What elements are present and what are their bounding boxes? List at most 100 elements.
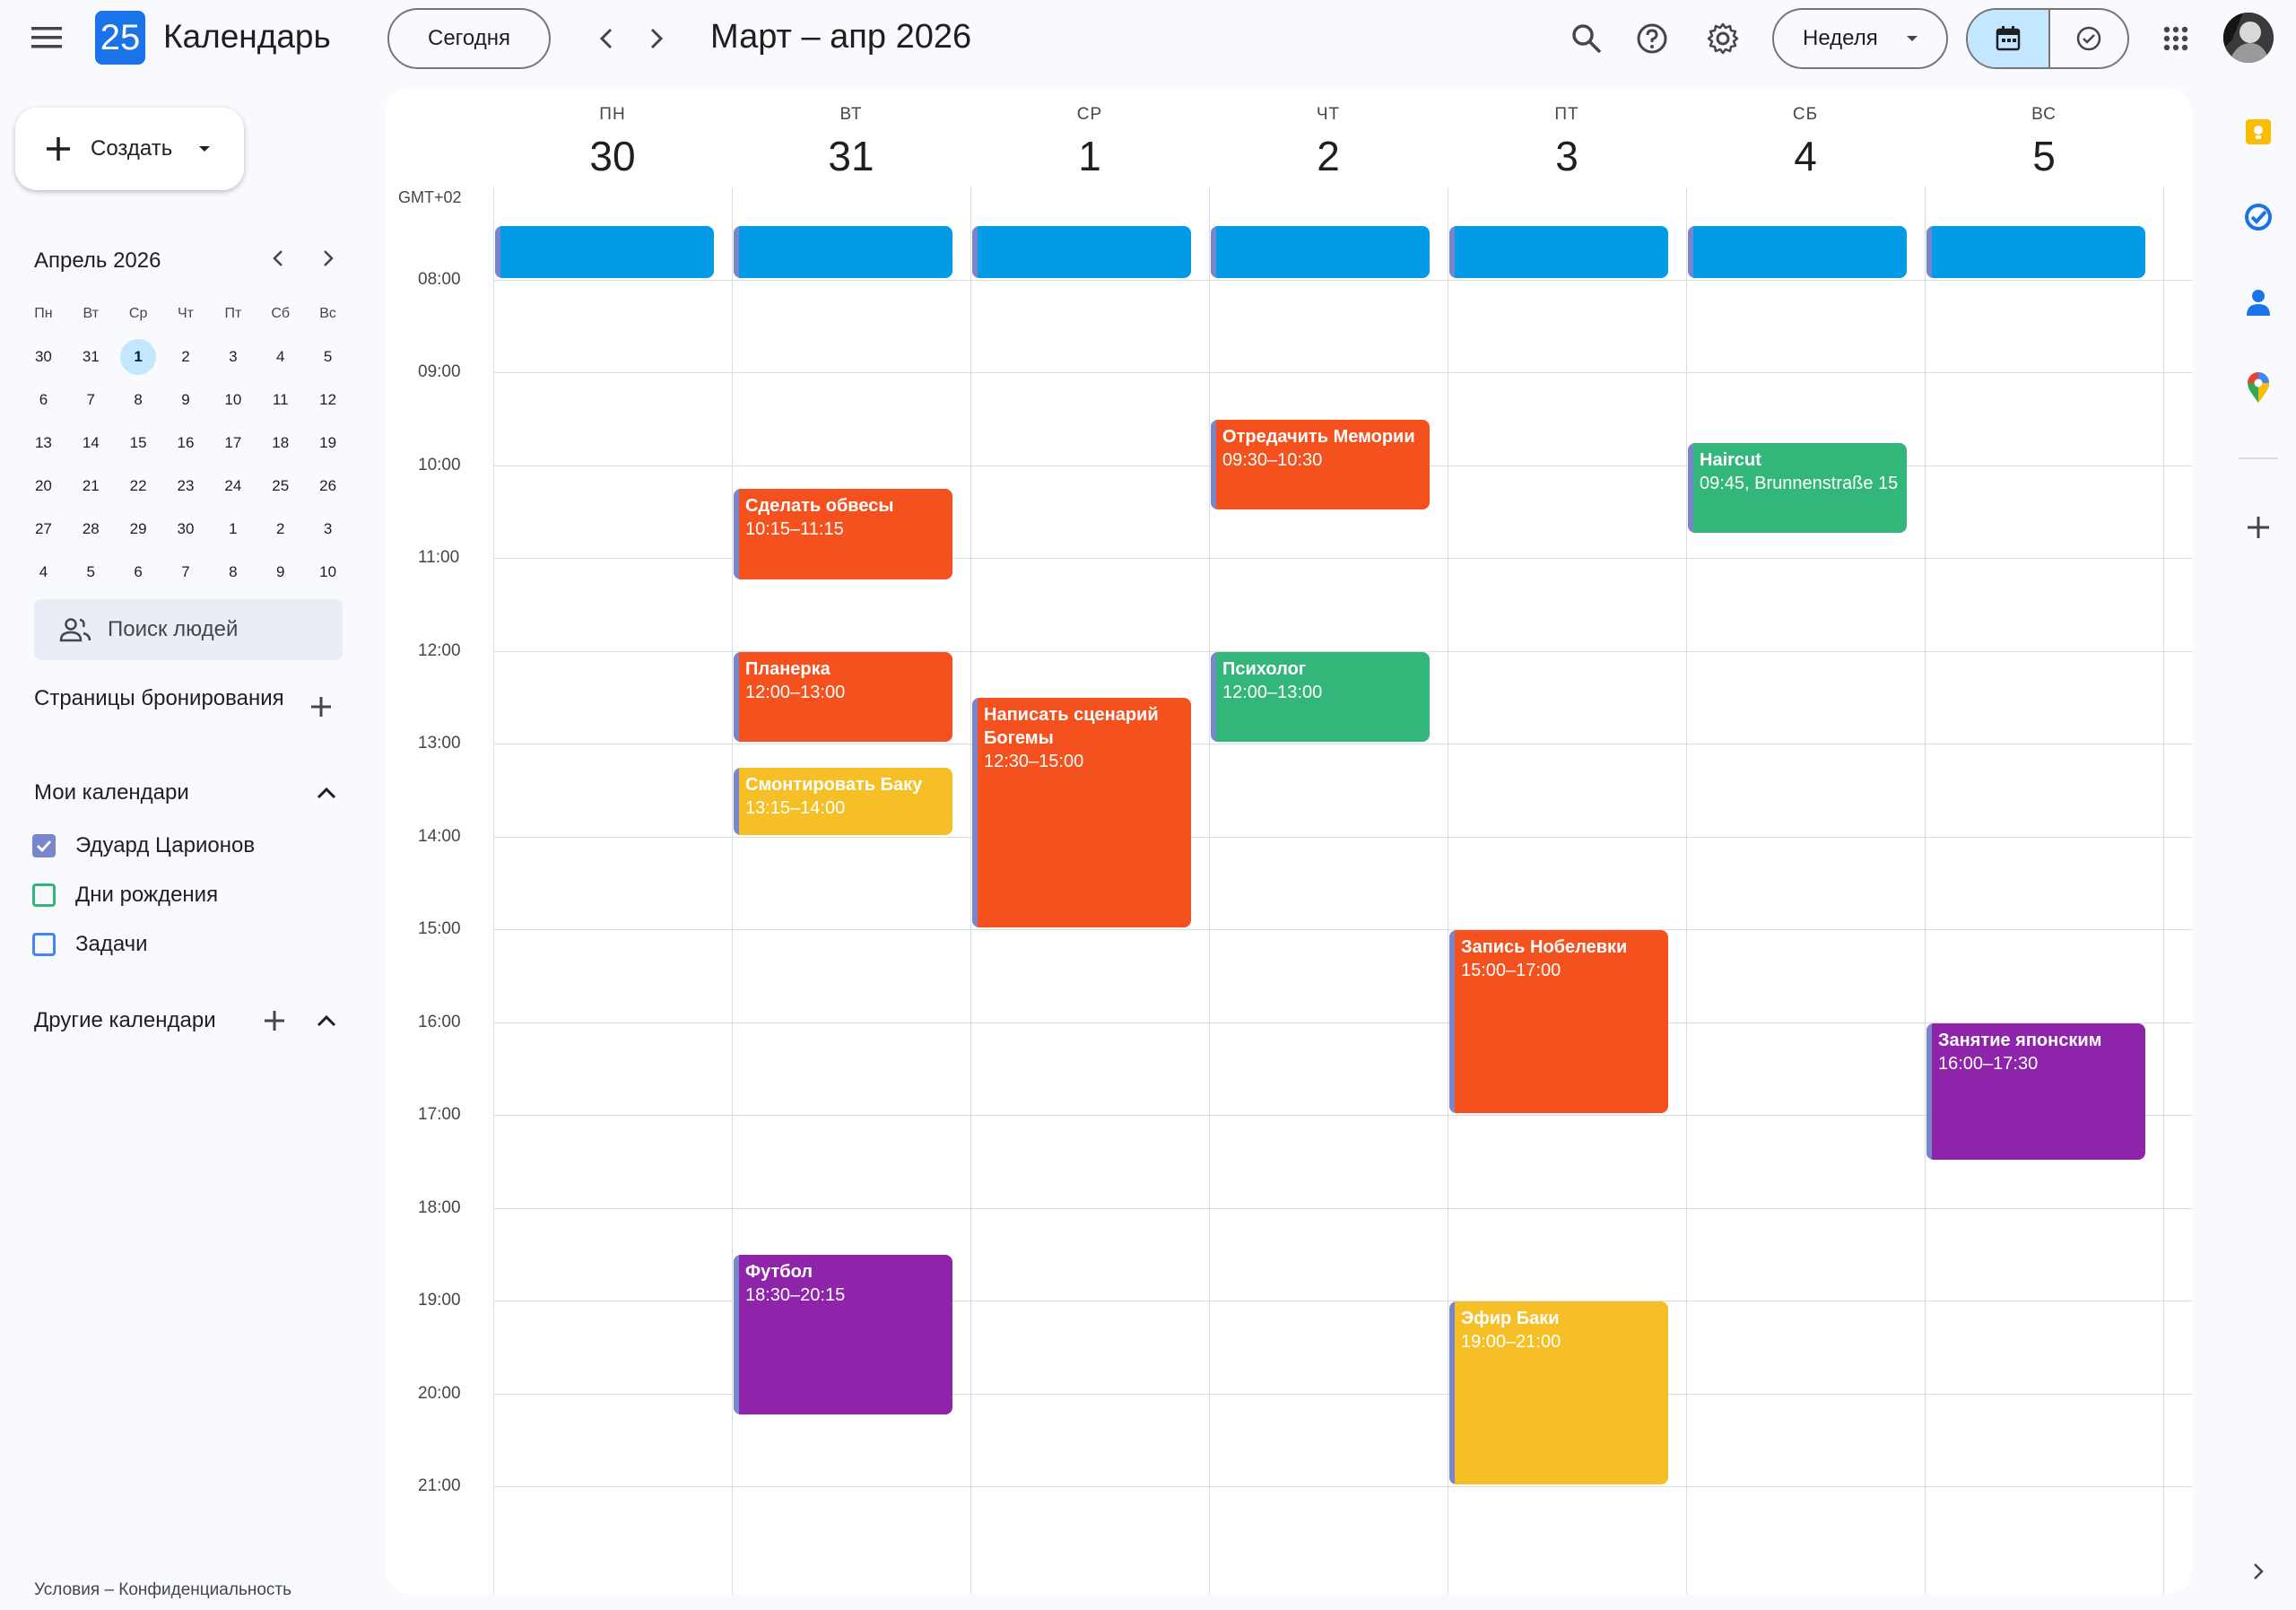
mini-calendar-day[interactable]: 8	[209, 554, 257, 590]
calendar-event[interactable]: Запись Нобелевки 15:00–17:00	[1449, 930, 1668, 1113]
settings-button[interactable]	[1694, 10, 1752, 67]
mini-calendar-day[interactable]: 14	[67, 425, 115, 461]
maps-button[interactable]	[2231, 361, 2285, 414]
calendar-view-toggle[interactable]	[1968, 10, 2050, 67]
mini-calendar-day[interactable]: 3	[209, 339, 257, 375]
calendar-event-untitled[interactable]	[972, 226, 1191, 278]
help-button[interactable]	[1623, 10, 1681, 67]
mini-calendar-day[interactable]: 24	[209, 468, 257, 504]
calendar-item-birthdays[interactable]: Дни рождения	[32, 883, 218, 908]
mini-calendar-day[interactable]: 30	[162, 511, 210, 547]
mini-calendar-day[interactable]: 3	[304, 511, 352, 547]
mini-calendar-day[interactable]: 15	[115, 425, 162, 461]
calendar-logo[interactable]: 25	[95, 11, 145, 65]
checkbox-checked[interactable]	[32, 834, 56, 857]
mini-calendar-day[interactable]: 2	[162, 339, 210, 375]
booking-pages-heading[interactable]: Страницы бронирования	[34, 685, 303, 712]
calendar-event[interactable]: Эфир Баки 19:00–21:00	[1449, 1301, 1668, 1484]
mini-calendar-day[interactable]: 12	[304, 382, 352, 418]
mini-calendar-day[interactable]: 9	[162, 382, 210, 418]
next-week-button[interactable]	[628, 10, 685, 67]
mini-calendar-day[interactable]: 9	[257, 554, 304, 590]
hide-side-panel-button[interactable]	[2231, 1545, 2285, 1598]
other-calendars-heading[interactable]: Другие календари	[34, 1008, 216, 1033]
tasks-button[interactable]	[2231, 190, 2285, 244]
get-addons-button[interactable]	[2231, 500, 2285, 554]
calendar-event-untitled[interactable]	[1926, 226, 2145, 278]
mini-calendar-day[interactable]: 5	[67, 554, 115, 590]
day-header[interactable]: СБ 4	[1686, 87, 1925, 180]
calendar-event-untitled[interactable]	[1688, 226, 1907, 278]
contacts-button[interactable]	[2231, 275, 2285, 329]
calendar-event-untitled[interactable]	[1211, 226, 1430, 278]
create-button[interactable]: Создать	[15, 108, 244, 190]
day-number[interactable]: 30	[493, 132, 732, 180]
search-button[interactable]	[1558, 10, 1615, 67]
calendar-event-untitled[interactable]	[1449, 226, 1668, 278]
mini-calendar-day[interactable]: 28	[67, 511, 115, 547]
calendar-event[interactable]: Отредачить Мемории 09:30–10:30	[1211, 419, 1430, 510]
today-button[interactable]: Сегодня	[387, 8, 551, 69]
calendar-event-untitled[interactable]	[495, 226, 714, 278]
day-number[interactable]: 31	[732, 132, 970, 180]
mini-calendar-day[interactable]: 1	[115, 339, 162, 375]
add-booking-page-button[interactable]	[296, 682, 346, 732]
mini-calendar-day[interactable]: 22	[115, 468, 162, 504]
mini-next-month-button[interactable]	[303, 233, 353, 283]
mini-calendar-day[interactable]: 10	[209, 382, 257, 418]
mini-calendar-day[interactable]: 21	[67, 468, 115, 504]
day-number[interactable]: 1	[970, 132, 1209, 180]
mini-calendar-day[interactable]: 18	[257, 425, 304, 461]
checkbox-unchecked[interactable]	[32, 883, 56, 907]
prev-week-button[interactable]	[578, 10, 635, 67]
day-number[interactable]: 5	[1925, 132, 2163, 180]
calendar-event[interactable]: Футбол 18:30–20:15	[734, 1255, 952, 1415]
mini-calendar-day[interactable]: 7	[67, 382, 115, 418]
tasks-view-toggle[interactable]	[2050, 10, 2127, 67]
mini-calendar-day[interactable]: 11	[257, 382, 304, 418]
mini-prev-month-button[interactable]	[253, 233, 303, 283]
day-number[interactable]: 4	[1686, 132, 1925, 180]
mini-calendar-day[interactable]: 31	[67, 339, 115, 375]
mini-calendar-day[interactable]: 4	[257, 339, 304, 375]
day-header[interactable]: ВС 5	[1925, 87, 2163, 180]
calendar-event[interactable]: Написать сценарий Богемы 12:30–15:00	[972, 698, 1191, 927]
mini-calendar-day[interactable]: 13	[20, 425, 67, 461]
calendar-item-eduard[interactable]: Эдуард Царионов	[32, 833, 255, 858]
calendar-event[interactable]: Смонтировать Баку 13:15–14:00	[734, 767, 952, 835]
calendar-item-tasks[interactable]: Задачи	[32, 932, 148, 957]
calendar-event[interactable]: Планерка 12:00–13:00	[734, 651, 952, 742]
mini-calendar-day[interactable]: 27	[20, 511, 67, 547]
collapse-other-calendars-button[interactable]	[301, 996, 352, 1046]
mini-calendar-day[interactable]: 6	[20, 382, 67, 418]
my-calendars-heading[interactable]: Мои календари	[34, 780, 189, 805]
mini-calendar-day[interactable]: 20	[20, 468, 67, 504]
view-selector[interactable]: Неделя	[1772, 8, 1948, 69]
keep-button[interactable]	[2231, 105, 2285, 159]
mini-calendar-day[interactable]: 8	[115, 382, 162, 418]
mini-calendar-day[interactable]: 10	[304, 554, 352, 590]
mini-calendar-day[interactable]: 7	[162, 554, 210, 590]
account-avatar[interactable]	[2223, 13, 2274, 63]
mini-calendar-day[interactable]: 29	[115, 511, 162, 547]
calendar-event[interactable]: Психолог 12:00–13:00	[1211, 651, 1430, 742]
main-menu-button[interactable]	[18, 9, 75, 66]
day-number[interactable]: 3	[1448, 132, 1686, 180]
day-header[interactable]: СР 1	[970, 87, 1209, 180]
day-header[interactable]: ПН 30	[493, 87, 732, 180]
day-header[interactable]: ЧТ 2	[1209, 87, 1448, 180]
calendar-event[interactable]: Haircut 09:45, Brunnenstraße 15	[1688, 442, 1907, 534]
mini-calendar-day[interactable]: 23	[162, 468, 210, 504]
day-header[interactable]: ПТ 3	[1448, 87, 1686, 180]
mini-calendar-day[interactable]: 26	[304, 468, 352, 504]
mini-calendar-day[interactable]: 19	[304, 425, 352, 461]
people-search-input[interactable]: Поиск людей	[34, 599, 343, 660]
mini-calendar-day[interactable]: 6	[115, 554, 162, 590]
calendar-event-untitled[interactable]	[734, 226, 952, 278]
add-other-calendar-button[interactable]	[249, 996, 300, 1046]
day-header[interactable]: ВТ 31	[732, 87, 970, 180]
checkbox-unchecked[interactable]	[32, 933, 56, 956]
mini-calendar-day[interactable]: 2	[257, 511, 304, 547]
calendar-event[interactable]: Занятие японским 16:00–17:30	[1926, 1023, 2145, 1160]
calendar-event[interactable]: Сделать обвесы 10:15–11:15	[734, 489, 952, 579]
